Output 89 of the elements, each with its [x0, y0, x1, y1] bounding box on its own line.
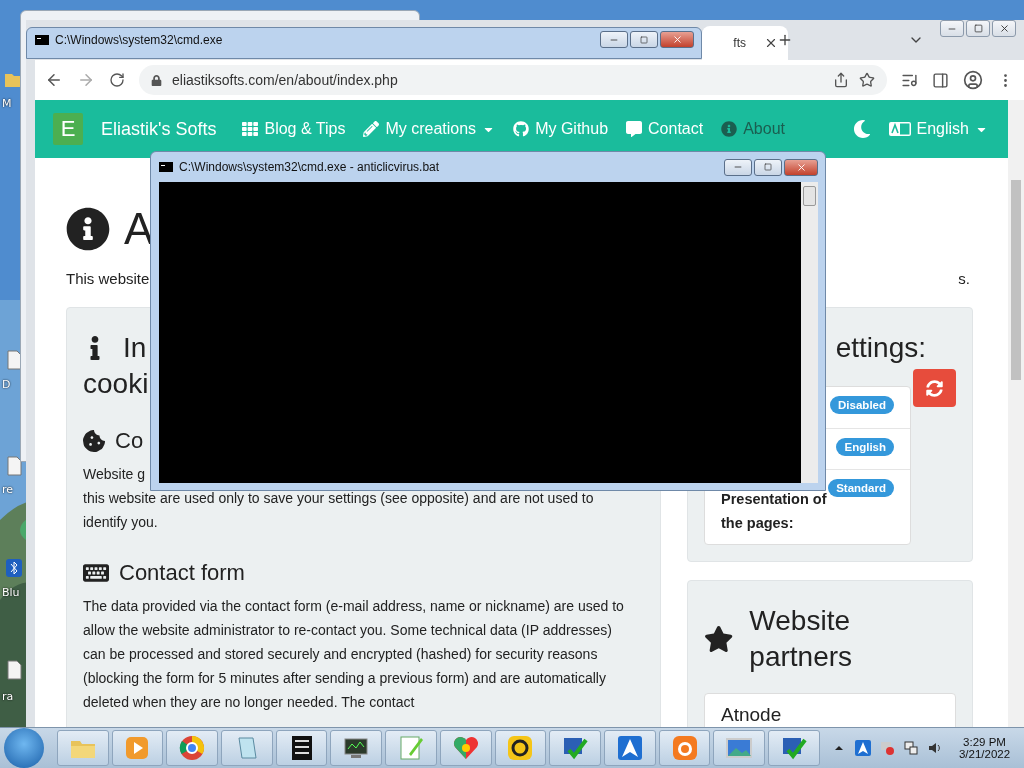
page-heading: A [124, 204, 154, 254]
info-icon [721, 121, 738, 137]
maximize-button[interactable] [754, 158, 782, 176]
taskbar-button[interactable] [330, 730, 383, 766]
moon-icon[interactable] [852, 120, 871, 138]
grid-icon [242, 121, 259, 137]
desktop-icon-label[interactable]: M [2, 97, 12, 110]
bluetooth-icon[interactable] [4, 558, 24, 578]
window-title: C:\Windows\system32\cmd.exe [55, 32, 224, 47]
cookie-icon [83, 430, 105, 452]
github-icon [513, 121, 530, 137]
close-icon [671, 34, 683, 45]
setting-label: Presentation of the pages: [721, 490, 828, 533]
network-icon[interactable] [902, 740, 919, 756]
minimize-button[interactable] [724, 158, 752, 176]
star-icon [704, 624, 734, 654]
intro-text: This website [66, 270, 150, 287]
maximize-button[interactable] [630, 31, 658, 48]
cookies-text: Website g [83, 465, 146, 484]
taskbar-button[interactable] [494, 730, 547, 766]
nav-link[interactable]: My creations [363, 120, 496, 138]
pen-icon [397, 734, 425, 762]
language-menu[interactable]: English [888, 120, 988, 138]
pencil-icon [363, 121, 380, 137]
nav-link[interactable]: Blog & Tips [242, 120, 346, 138]
clock[interactable]: 3:29 PM 3/21/2022 [958, 736, 1011, 760]
console-icon [35, 34, 49, 45]
close-button[interactable] [992, 20, 1016, 37]
maximize-icon [973, 24, 983, 33]
start-button[interactable] [4, 728, 44, 768]
nav-link[interactable]: Contact [626, 120, 704, 138]
cookies-text: this website are used only to save your settings (see opposite) and are not used to identify you. [83, 489, 595, 532]
back-icon[interactable] [45, 71, 63, 89]
flame-icon [670, 734, 699, 762]
taskbar-button[interactable] [275, 730, 328, 766]
info-icon [66, 207, 110, 251]
console-icon [159, 162, 173, 172]
refresh-button[interactable] [913, 369, 956, 407]
side-panel-icon[interactable] [932, 71, 949, 89]
setting-badge: Disabled [830, 396, 894, 414]
reload-icon[interactable] [109, 72, 125, 88]
close-button[interactable] [784, 158, 818, 176]
setting-badge: English [836, 438, 894, 456]
flag-icon[interactable] [878, 740, 895, 756]
nav-link[interactable]: My Github [513, 120, 609, 138]
close-icon [795, 161, 807, 173]
scrollbar[interactable] [1008, 100, 1024, 727]
share-icon[interactable] [833, 72, 849, 88]
setting-badge: Standard [828, 479, 894, 497]
language-icon [888, 122, 911, 136]
section-heading: Co [115, 428, 144, 454]
minimize-button[interactable] [600, 31, 628, 48]
partner-link[interactable]: Atnode [704, 693, 956, 727]
refresh-icon [926, 379, 943, 397]
brand-name[interactable]: Eliastik's Softs [101, 118, 217, 140]
window-title: C:\Windows\system32\cmd.exe - anticlicvirus.bat [179, 160, 441, 174]
contact-text: The data provided via the contact form (e-mail address, name or nickname) are used to allow the website administrator to re-contact you. Some technical data (IP addresses) can be processed and stored securely and encrypted (hashed) for security reasons (blocking the form for 5 minutes after sending a previous form) and are automatically deleted when they are no longer needed. The contact [83, 597, 625, 712]
card-title: cooki [83, 367, 150, 401]
triangle-icon[interactable] [854, 740, 871, 756]
minimize-button[interactable] [940, 20, 964, 37]
star-icon[interactable] [859, 72, 875, 88]
card-title: ettings: [835, 331, 926, 365]
close-icon [998, 23, 1010, 34]
logo[interactable]: E [53, 113, 83, 145]
intro-text: s. [958, 270, 970, 287]
maximize-icon [764, 163, 772, 171]
close-button[interactable] [660, 31, 694, 48]
speaker-icon[interactable] [926, 740, 943, 756]
section-heading: Contact form [119, 560, 245, 586]
desktop-icon-label[interactable]: re [2, 483, 14, 496]
desktop-icon-label[interactable]: Blu [2, 586, 20, 599]
nav-link[interactable]: About [721, 120, 785, 138]
file-icon[interactable] [4, 456, 24, 476]
file-icon[interactable] [4, 660, 24, 680]
profile-icon[interactable] [963, 70, 983, 90]
new-tab-icon[interactable] [777, 32, 793, 48]
address-bar[interactable]: eliastiksofts.com/en/about/index.php [139, 65, 887, 95]
card-title: Website partners [749, 604, 854, 674]
desktop-icon-label[interactable]: ra [2, 690, 14, 703]
browser-tab[interactable]: fts [702, 26, 788, 60]
desktop-icon-label[interactable]: D [2, 378, 11, 391]
lock-icon [151, 74, 162, 86]
speech-bubble-icon [626, 121, 643, 137]
close-icon[interactable] [764, 36, 778, 50]
ring-icon [178, 734, 207, 762]
card-title: In [123, 331, 147, 365]
maximize-button[interactable] [966, 20, 990, 37]
scrollbar[interactable] [801, 182, 818, 483]
maximize-icon [640, 35, 648, 44]
